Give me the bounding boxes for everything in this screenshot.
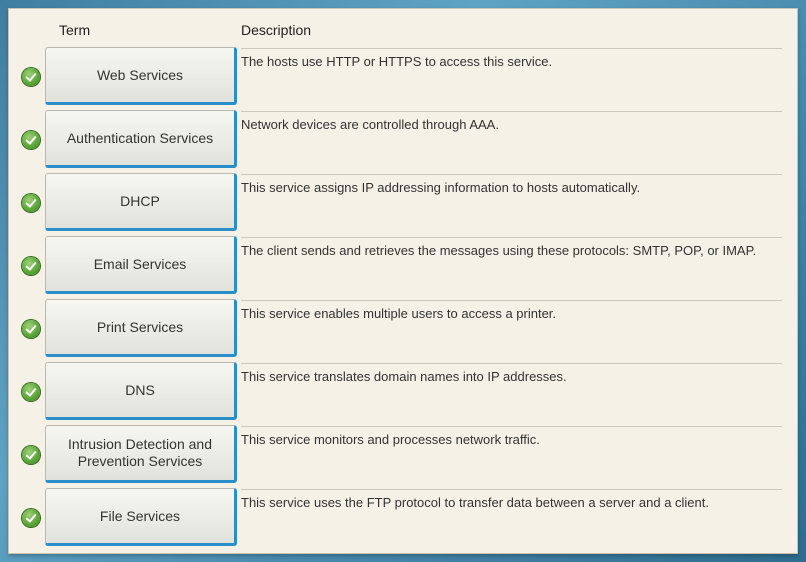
check-circle-icon xyxy=(22,320,40,338)
table-row: DHCP This service assigns IP addressing … xyxy=(8,173,798,237)
check-circle-icon xyxy=(22,257,40,275)
term-button-authentication-services[interactable]: Authentication Services xyxy=(45,110,237,168)
description-text: The client sends and retrieves the messa… xyxy=(241,243,757,258)
check-circle-icon xyxy=(22,131,40,149)
row-divider xyxy=(241,48,782,49)
row-divider xyxy=(241,489,782,490)
check-circle-icon xyxy=(22,509,40,527)
row-divider xyxy=(241,174,782,175)
table-row: Authentication Services Network devices … xyxy=(8,110,798,174)
table-row: Print Services This service enables mult… xyxy=(8,299,798,363)
table-row: Email Services The client sends and retr… xyxy=(8,236,798,300)
description-text: This service assigns IP addressing infor… xyxy=(241,180,641,195)
row-divider xyxy=(241,111,782,112)
term-button-email-services[interactable]: Email Services xyxy=(45,236,237,294)
description-text: This service uses the FTP protocol to tr… xyxy=(241,495,709,510)
term-column-header: Term xyxy=(59,22,91,38)
term-button-print-services[interactable]: Print Services xyxy=(45,299,237,357)
description-text: The hosts use HTTP or HTTPS to access th… xyxy=(241,54,553,69)
term-button-file-services[interactable]: File Services xyxy=(45,488,237,546)
row-divider xyxy=(241,300,782,301)
table-row: Intrusion Detection and Prevention Servi… xyxy=(8,425,798,489)
description-text: This service enables multiple users to a… xyxy=(241,306,557,321)
description-text: This service monitors and processes netw… xyxy=(241,432,540,447)
check-circle-icon xyxy=(22,446,40,464)
description-text: This service translates domain names int… xyxy=(241,369,567,384)
table-row: DNS This service translates domain names… xyxy=(8,362,798,426)
term-button-intrusion-detection[interactable]: Intrusion Detection and Prevention Servi… xyxy=(45,425,237,483)
matching-activity-panel: Term Description Web Services The hosts … xyxy=(8,8,798,554)
row-divider xyxy=(241,363,782,364)
term-button-dns[interactable]: DNS xyxy=(45,362,237,420)
row-divider xyxy=(241,237,782,238)
description-text: Network devices are controlled through A… xyxy=(241,117,499,132)
term-button-web-services[interactable]: Web Services xyxy=(45,47,237,105)
table-row: File Services This service uses the FTP … xyxy=(8,488,798,552)
row-divider xyxy=(241,426,782,427)
check-circle-icon xyxy=(22,194,40,212)
term-button-dhcp[interactable]: DHCP xyxy=(45,173,237,231)
check-circle-icon xyxy=(22,383,40,401)
check-circle-icon xyxy=(22,68,40,86)
table-row: Web Services The hosts use HTTP or HTTPS… xyxy=(8,47,798,111)
description-column-header: Description xyxy=(241,22,312,38)
